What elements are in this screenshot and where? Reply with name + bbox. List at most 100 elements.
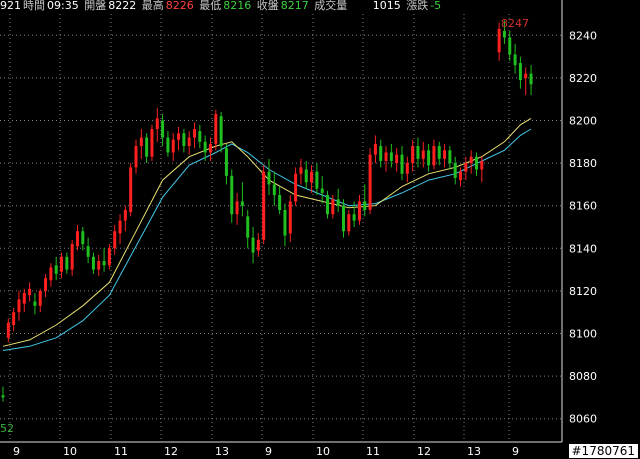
candle-body — [283, 209, 287, 236]
candle-body — [240, 201, 244, 206]
candle-body — [44, 278, 48, 291]
candle-body — [65, 256, 69, 270]
candle-body — [400, 154, 404, 174]
candle-body — [177, 133, 181, 140]
candle-body — [182, 133, 186, 147]
x-tick-label: 12 — [164, 445, 178, 458]
candle-body — [453, 163, 457, 179]
candle-body — [214, 114, 218, 144]
candle-body — [81, 231, 85, 245]
candle-body — [405, 163, 409, 174]
x-tick-label: 12 — [417, 445, 431, 458]
candle-body — [416, 146, 420, 159]
candle-body — [28, 288, 32, 296]
candle-body — [155, 118, 159, 130]
candle-body — [459, 171, 463, 181]
candle-body — [288, 201, 292, 234]
candle-body — [518, 62, 522, 81]
candle-body — [22, 293, 26, 304]
candle-body — [102, 261, 106, 266]
candle-body — [17, 299, 21, 313]
candle-body — [341, 205, 345, 232]
candle-body — [421, 150, 425, 159]
candle-body — [12, 312, 16, 325]
x-tick-label: 10 — [63, 445, 77, 458]
candle-body — [262, 171, 266, 240]
x-tick-label: 11 — [114, 445, 128, 458]
candle-body — [129, 167, 133, 213]
candle-body — [320, 188, 324, 193]
candle-body — [315, 171, 319, 189]
x-tick-label: 9 — [265, 445, 272, 458]
candle-body — [326, 195, 330, 215]
candle-body — [357, 201, 361, 221]
candle-body — [294, 173, 298, 202]
candle-body — [373, 143, 377, 155]
candle-body — [336, 199, 340, 206]
candle-body — [203, 141, 207, 153]
candle-body — [139, 137, 143, 147]
chart-window: 921 時間 09:35 開盤 8222 最高 8226 最低 8216 收盤 8217 成… — [0, 0, 640, 459]
watermark: #1780761 — [568, 444, 638, 458]
y-tick-label: 8220 — [569, 72, 597, 85]
candle-body — [267, 171, 271, 185]
x-tick-label: 11 — [366, 445, 380, 458]
y-tick-label: 8060 — [569, 413, 597, 426]
candle-body — [75, 231, 79, 247]
candle-body — [33, 301, 37, 306]
candle-body — [427, 150, 431, 166]
candle-body — [150, 129, 154, 157]
candle-body — [384, 152, 388, 161]
y-tick-label: 8160 — [569, 200, 597, 213]
y-tick-label: 8120 — [569, 285, 597, 298]
candle-body — [54, 265, 58, 274]
left-partial-label: 52 — [0, 422, 14, 435]
y-tick-label: 8080 — [569, 370, 597, 383]
candle-body — [1, 395, 5, 398]
x-tick-label: 13 — [215, 445, 229, 458]
candle-body — [363, 201, 367, 210]
max-value-annotation: 8247 — [501, 17, 529, 30]
candle-body — [224, 148, 228, 176]
candle-body — [529, 73, 533, 85]
x-tick-label: 10 — [316, 445, 330, 458]
candle-body — [208, 143, 212, 153]
candlestick-chart: 8060 8080 8100 8120 8140 8160 8180 8200 8220 8240… — [0, 0, 597, 458]
candle-body — [331, 199, 335, 215]
candle-body — [411, 146, 415, 164]
candle-body — [304, 169, 308, 183]
candle-body — [91, 256, 95, 270]
candle-body — [389, 152, 393, 161]
candle-body — [497, 28, 501, 53]
candle-body — [347, 214, 351, 232]
candle-body — [278, 195, 282, 210]
candle-body — [395, 154, 399, 164]
candle-body — [6, 322, 10, 338]
candle-body — [432, 146, 436, 166]
candle-body — [368, 154, 372, 210]
candle-body — [524, 73, 528, 78]
candle-body — [107, 248, 111, 266]
candle-body — [70, 244, 74, 270]
candle-body — [480, 160, 484, 170]
candle-body — [145, 137, 149, 157]
candle-body — [97, 261, 101, 270]
candle-body — [502, 31, 506, 38]
candle-body — [166, 137, 170, 153]
candle-body — [123, 209, 127, 221]
candle-body — [60, 256, 64, 272]
candle-body — [443, 150, 447, 159]
x-tick-label: 9 — [512, 445, 519, 458]
candle-body — [256, 239, 260, 251]
candle-body — [198, 131, 202, 142]
candle-body — [49, 267, 53, 281]
y-tick-label: 8180 — [569, 157, 597, 170]
y-tick-label: 8240 — [569, 29, 597, 42]
candle-body — [246, 216, 250, 238]
candle-body — [113, 231, 117, 249]
candle-body — [86, 246, 90, 257]
candle-body — [437, 146, 441, 159]
candle-body — [474, 156, 478, 170]
candle-body — [38, 290, 42, 306]
candle-body — [230, 175, 234, 215]
